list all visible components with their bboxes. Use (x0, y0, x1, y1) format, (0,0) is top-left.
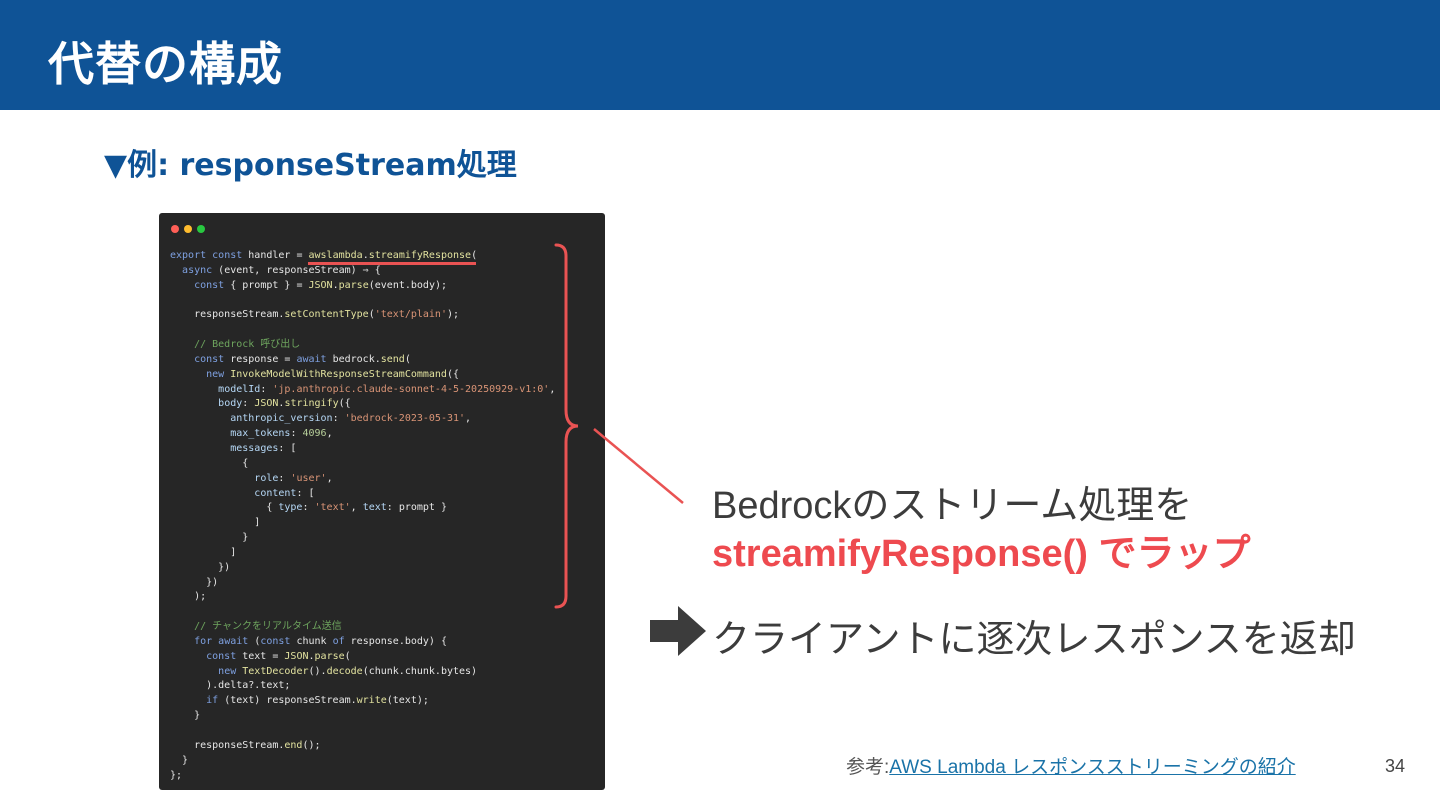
code-line: }) (170, 576, 219, 588)
code-line: max_tokens: 4096, (230, 428, 333, 440)
window-controls (171, 225, 205, 233)
code-line: role: 'user', (254, 472, 333, 484)
code-block: export const handler = awslambda.streami… (170, 249, 555, 783)
code-line: // チャンクをリアルタイム送信 (170, 621, 342, 633)
code-window: export const handler = awslambda.streami… (159, 213, 605, 790)
section-subtitle: ▼例: responseStream処理 (104, 148, 517, 183)
code-line: const text = JSON.parse( (206, 650, 351, 662)
code-line: ] (170, 546, 237, 558)
code-line: ).delta?.text; (170, 680, 291, 692)
code-line: // Bedrock 呼び出し (170, 339, 301, 351)
code-line: const response = await bedrock.send( (194, 353, 411, 365)
code-line: ); (170, 591, 207, 603)
code-line: messages: [ (230, 442, 297, 454)
code-line: content: [ (254, 487, 315, 499)
code-line: for await (const chunk of response.body)… (194, 635, 447, 647)
slide-title: 代替の構成 (48, 37, 283, 91)
close-dot-icon (171, 225, 179, 233)
slide-header: 代替の構成 (0, 0, 1440, 110)
highlight-underline (308, 262, 476, 265)
curly-brace-icon (554, 243, 579, 609)
minimize-dot-icon (184, 225, 192, 233)
code-line: ] (170, 517, 261, 529)
code-line: }) (170, 561, 231, 573)
reference-prefix: 参考: (846, 757, 890, 778)
callout-text-line3: クライアントに逐次レスポンスを返却 (712, 619, 1356, 661)
code-line: } (170, 532, 249, 544)
code-line: responseStream.end(); (170, 739, 321, 751)
reference-link[interactable]: AWS Lambda レスポンスストリーミングの紹介 (889, 757, 1295, 778)
page-number: 34 (1385, 756, 1406, 776)
code-line: body: JSON.stringify({ (218, 398, 351, 410)
connector-line (593, 428, 684, 504)
right-arrow-icon (650, 606, 706, 656)
code-line: modelId: 'jp.anthropic.claude-sonnet-4-5… (218, 383, 556, 395)
code-line: new InvokeModelWithResponseStreamCommand… (206, 368, 460, 380)
callout-text-line2: streamifyResponse() でラップ (712, 533, 1251, 575)
code-line: { (170, 457, 249, 469)
code-line: } (170, 754, 189, 766)
code-line: const { prompt } = JSON.parse(event.body… (194, 279, 448, 291)
callout-text-line1: Bedrockのストリーム処理を (712, 485, 1193, 527)
maximize-dot-icon (197, 225, 205, 233)
code-line: { type: 'text', text: prompt } (170, 502, 447, 514)
code-line: anthropic_version: 'bedrock-2023-05-31', (230, 413, 472, 425)
code-line: }; (170, 769, 183, 781)
code-line: new TextDecoder().decode(chunk.chunk.byt… (218, 665, 478, 677)
code-line: } (170, 710, 201, 722)
code-line: if (text) responseStream.write(text); (206, 695, 429, 707)
code-line: responseStream.setContentType('text/plai… (170, 309, 460, 321)
code-line: async (event, responseStream) ⇒ { (182, 264, 381, 276)
reference-note: 参考:AWS Lambda レスポンスストリーミングの紹介 (846, 752, 1296, 779)
